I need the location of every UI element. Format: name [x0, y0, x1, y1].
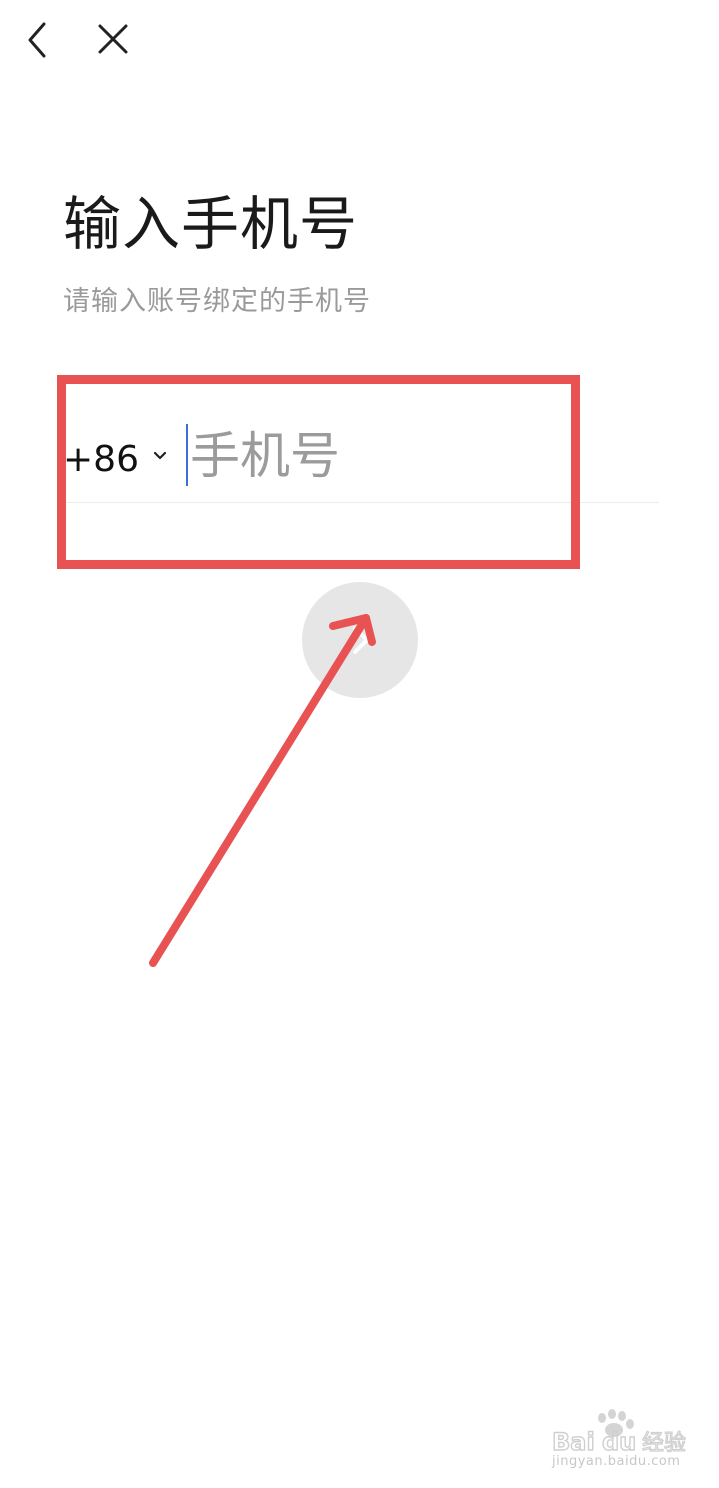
- country-code-selector[interactable]: +86: [63, 435, 167, 485]
- phone-number-input[interactable]: [190, 420, 650, 492]
- close-button[interactable]: [94, 20, 134, 60]
- next-button[interactable]: [302, 582, 418, 698]
- watermark-url: jingyan.baidu.com: [552, 1454, 681, 1469]
- text-cursor: [186, 424, 188, 486]
- chevron-left-icon: [28, 22, 46, 58]
- chevron-right-icon: [353, 626, 369, 654]
- page-subtitle: 请输入账号绑定的手机号: [63, 286, 371, 317]
- back-button[interactable]: [22, 20, 58, 60]
- page-title: 输入手机号: [63, 190, 359, 258]
- svg-text:经验: 经验: [642, 1431, 686, 1456]
- svg-text:du: du: [602, 1428, 636, 1456]
- country-code-value: +86: [63, 439, 139, 480]
- chevron-down-icon: [153, 451, 167, 460]
- close-icon: [98, 24, 128, 54]
- svg-text:Bai: Bai: [552, 1428, 595, 1456]
- input-underline: [63, 502, 659, 503]
